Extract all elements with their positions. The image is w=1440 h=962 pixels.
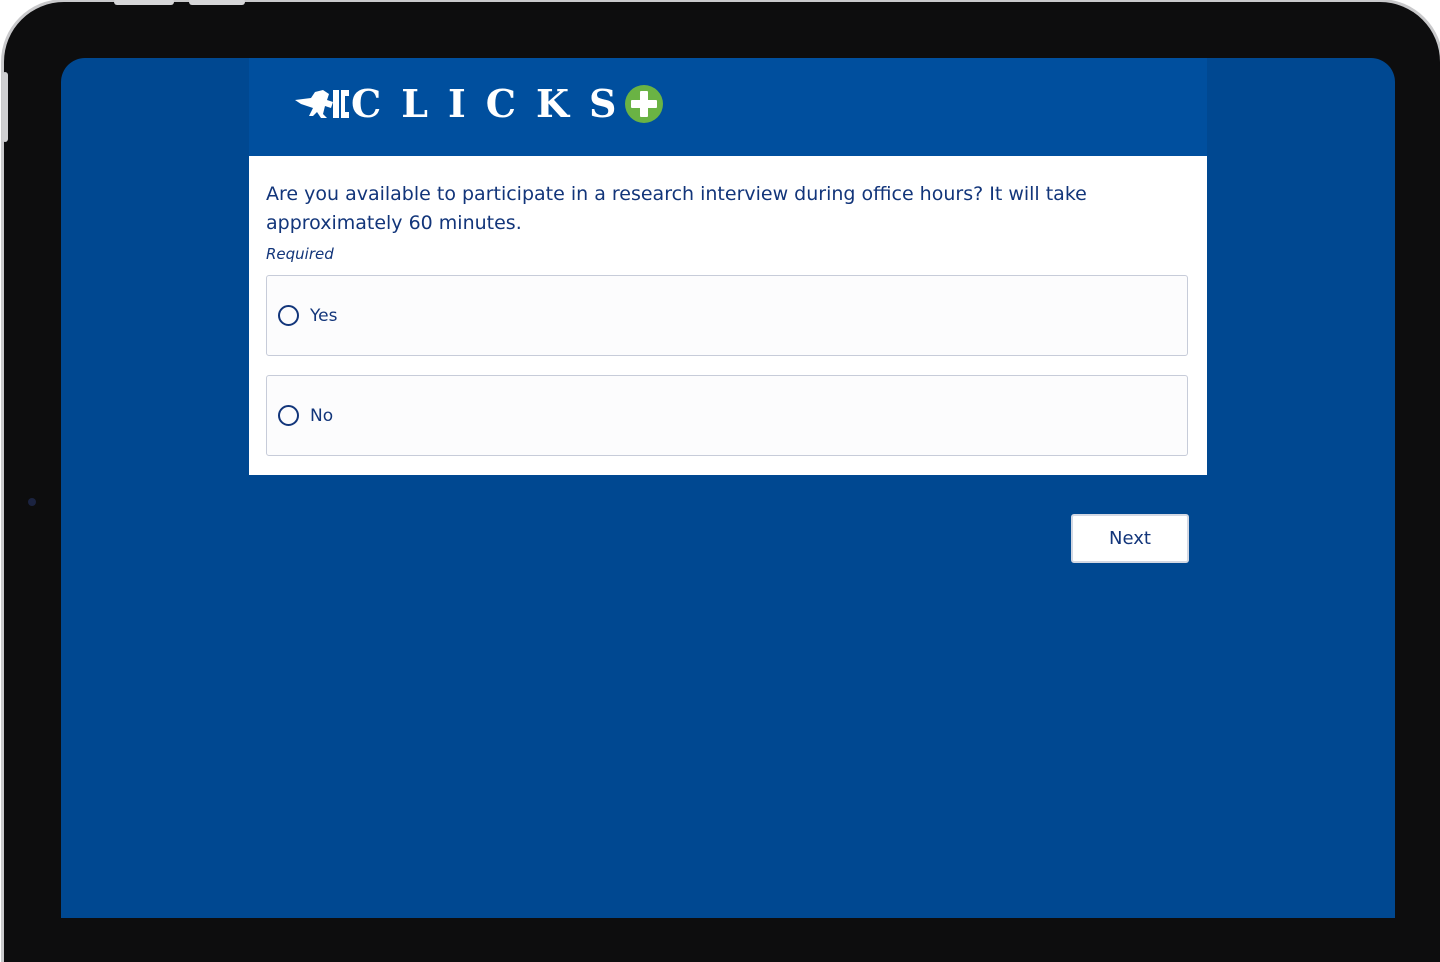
header-banner: CLICKS (249, 58, 1207, 156)
unicorn-icon (295, 90, 349, 118)
clicks-logo: CLICKS (293, 80, 664, 128)
option-yes[interactable]: Yes (266, 275, 1188, 356)
option-yes-label: Yes (310, 305, 338, 326)
green-plus-icon (625, 85, 664, 123)
tablet-frame: CLICKS Are you available to participate … (2, 0, 1440, 962)
tablet-top-button (114, 0, 174, 5)
option-no[interactable]: No (266, 375, 1188, 456)
tablet-side-button (2, 72, 8, 142)
survey-screen: CLICKS Are you available to participate … (61, 58, 1395, 918)
required-label: Required (266, 245, 334, 263)
radio-yes[interactable] (278, 305, 299, 326)
option-no-label: No (310, 405, 334, 426)
next-button[interactable]: Next (1071, 514, 1189, 563)
logo-wordmark: CLICKS (351, 81, 637, 126)
tablet-top-button-2 (189, 0, 245, 5)
question-card: Are you available to participate in a re… (249, 156, 1207, 475)
camera-icon (28, 498, 36, 506)
question-text: Are you available to participate in a re… (266, 183, 1087, 234)
radio-no[interactable] (278, 405, 299, 426)
